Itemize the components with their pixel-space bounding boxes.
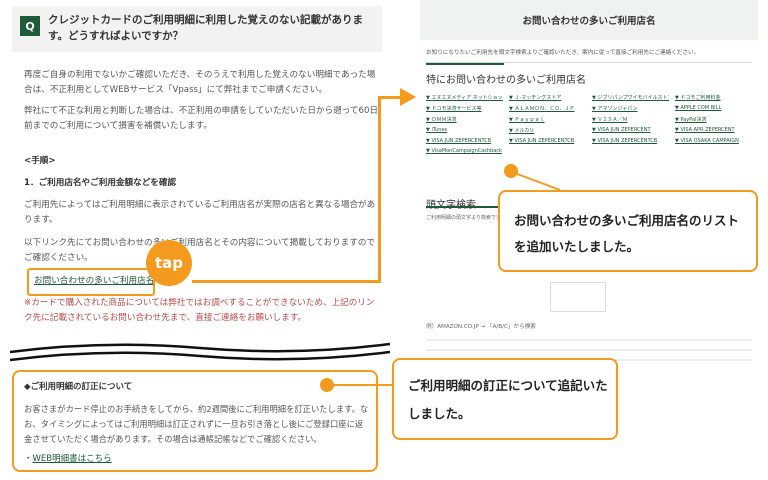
screenshot-stage: Q クレジットカードのご利用明細に利用した覚えのない記載があります。どうすればよ… — [0, 0, 768, 480]
question-badge: Q — [20, 16, 40, 36]
question-header: Q クレジットカードのご利用明細に利用した覚えのない記載があります。どうすればよ… — [12, 6, 382, 52]
arrow-vertical — [378, 96, 381, 283]
mini-table — [550, 282, 606, 312]
correction-body: お客さまがカード停止のお手続きをしてから、約2週間後にご利用明細を訂正いたします… — [24, 404, 369, 444]
stores-callout: お問い合わせの多いご利用店名のリストを追加いたしました。 — [498, 190, 758, 272]
web-statement-link[interactable]: WEB明細書はこちら — [33, 454, 112, 464]
stores-page-header: お問い合わせの多いご利用店名 — [420, 0, 758, 40]
step1-heading: 1．ご利用店名やご利用金額などを確認 — [24, 178, 177, 188]
correction-callout-pointer — [332, 384, 394, 386]
store-link[interactable]: ＶＩＳＡ／Ｍ — [592, 116, 669, 123]
stores-link-highlight — [27, 268, 155, 296]
stores-page-intro: お知りになりたいご利用先を頭文字検索よりご確認いただき、案内に従って直接ご利用先… — [426, 50, 700, 56]
answer-para-3: ご利用先によってはご利用明細に表示されているご利用店名が実際の店名と異なる場合が… — [24, 200, 376, 225]
question-title: クレジットカードのご利用明細に利用した覚えのない記載があります。どうすればよいで… — [48, 14, 363, 42]
store-link[interactable]: ＤＭＭ決済 — [426, 116, 503, 123]
popular-stores-title: 特にお問い合わせの多いご利用店名 — [426, 75, 586, 86]
store-link[interactable]: VISA JUN ZEPERCENTCB — [509, 138, 586, 144]
answer-para-1: 再度ご自身の利用でないかご確認いただき、そのうえで利用した覚えのない明細であった… — [24, 70, 376, 95]
stores-callout-pointer — [511, 171, 561, 191]
store-link[interactable]: ドコモ決済サービス等 — [426, 105, 503, 112]
wave-separator — [10, 342, 390, 362]
stores-callout-text: お問い合わせの多いご利用店名のリストを追加いたしました。 — [514, 213, 740, 254]
store-link[interactable]: エヌエヌメディア ネットショッピング — [426, 94, 503, 101]
web-link-prefix: ・ — [24, 454, 33, 464]
store-link[interactable]: VISA JUN ZEPERCENTCB — [426, 138, 503, 144]
steps-heading: <手順> — [24, 156, 56, 166]
store-link[interactable]: VisaMonCampaignCashback — [426, 148, 503, 154]
answer-para-2: 弊社にて不正な利用と判断した場合は、不正利用の申請をしていただいた日から遡って6… — [24, 106, 378, 131]
store-link[interactable]: ドコモご利用料金 — [675, 94, 752, 101]
store-link[interactable]: VISA JUN ZEPERCENTCB — [592, 138, 669, 144]
correction-callout: ご利用明細の訂正について追記いたしました。 — [392, 358, 618, 440]
store-link[interactable]: Ｐａｙｐａｌ — [509, 116, 586, 123]
tap-indicator: tap — [146, 240, 192, 286]
store-link[interactable]: VISA OSAKA CAMPAIGN — [675, 138, 752, 144]
store-link[interactable]: メルカリ — [509, 127, 586, 134]
store-link[interactable]: PayPal決済 — [675, 116, 752, 123]
example-text: 例）AMAZON.CO.JP → 「A/B/C」から検索 — [426, 324, 536, 330]
store-link[interactable]: VISA APR ZEPERCENT — [675, 127, 752, 134]
accent-bar-2 — [426, 206, 504, 208]
stores-grid: エヌエヌメディア ネットショッピング Ｊ-マッチングストア ジブリパンプワイモバ… — [420, 86, 758, 154]
store-link[interactable]: iTunes — [426, 127, 503, 134]
store-link[interactable]: APPLE COM BILL — [675, 105, 752, 112]
arrow-head-icon — [400, 88, 416, 106]
store-link[interactable]: Ｊ-マッチングストア — [509, 94, 586, 101]
store-link[interactable]: ＡＬＡＭＯＮ．ＣＯ．ＪＰ — [509, 105, 586, 112]
store-link[interactable]: アマゾンジャパン — [592, 105, 669, 112]
correction-heading: ◆ご利用明細の訂正について — [24, 382, 133, 392]
answer-para-4: 以下リンク先にてお問い合わせの多いご利用店名とその内容について掲載しておりますの… — [24, 238, 376, 263]
arrow-horizontal — [192, 280, 380, 283]
store-link[interactable]: VISA JUN ZEPERCENT — [592, 127, 669, 134]
correction-callout-text: ご利用明細の訂正について追記いたしました。 — [408, 378, 608, 421]
note-text: ※カードで購入された商品については弊社ではお調べすることができないため、上記のリ… — [24, 298, 375, 323]
arrow-top — [378, 96, 402, 99]
store-link[interactable]: ジブリパンプワイモバイルストア — [592, 94, 669, 101]
